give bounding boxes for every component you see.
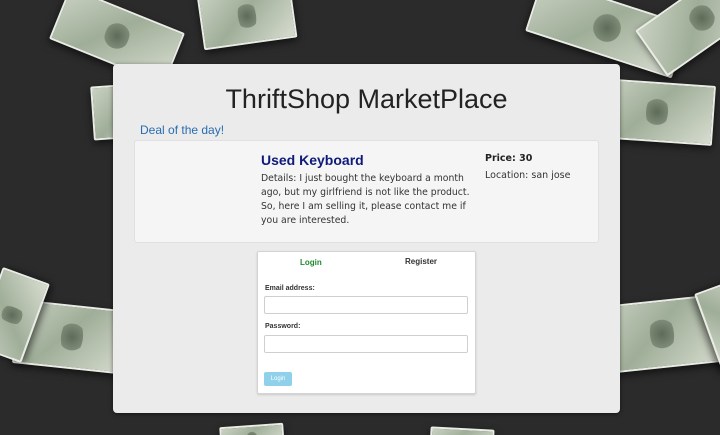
item-title: Used Keyboard bbox=[261, 152, 364, 168]
site-title: ThriftShop MarketPlace bbox=[225, 84, 508, 114]
tab-register[interactable]: Register bbox=[405, 257, 437, 266]
password-field[interactable] bbox=[264, 335, 468, 353]
deal-of-the-day-link[interactable]: Deal of the day! bbox=[140, 123, 224, 137]
tab-login[interactable]: Login bbox=[300, 258, 322, 267]
banknote-image bbox=[196, 0, 298, 51]
email-label: Email address: bbox=[265, 285, 315, 292]
banknote-image bbox=[219, 422, 285, 435]
item-location: Location: san jose bbox=[485, 170, 571, 181]
login-button[interactable]: Login bbox=[264, 372, 292, 386]
login-form: Login Register Email address: Password: … bbox=[257, 251, 476, 394]
item-details: Details: I just bought the keyboard a mo… bbox=[261, 173, 470, 226]
listing-card: Used Keyboard Details: I just bought the… bbox=[134, 140, 599, 243]
password-label: Password: bbox=[265, 323, 301, 330]
item-price: Price: 30 bbox=[485, 153, 533, 164]
banknote-image bbox=[429, 426, 495, 435]
main-panel: ThriftShop MarketPlace Deal of the day! … bbox=[113, 64, 620, 413]
email-field[interactable] bbox=[264, 296, 468, 314]
